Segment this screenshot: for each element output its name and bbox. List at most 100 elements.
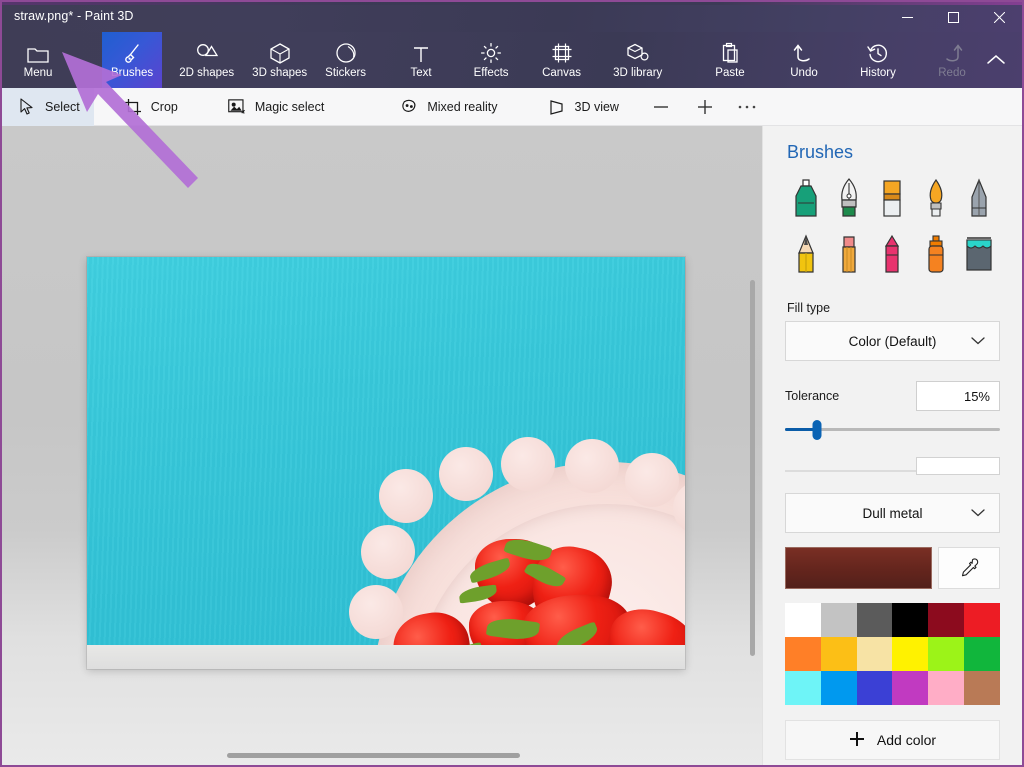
ribbon-label: Stickers — [325, 67, 367, 79]
brush-oil[interactable] — [872, 173, 913, 225]
palette-swatch[interactable] — [856, 637, 893, 671]
ribbon-label: Brushes — [111, 67, 154, 79]
palette-swatch[interactable] — [964, 603, 1000, 637]
3d-view-icon — [548, 98, 566, 116]
tool-3d-view[interactable]: 3D view — [534, 88, 633, 126]
material-dropdown[interactable]: Dull metal — [785, 493, 1000, 533]
brush-pixel-pen[interactable] — [959, 173, 1000, 225]
tool-mixed-reality[interactable]: Mixed reality — [386, 88, 511, 126]
ribbon-item-text[interactable]: Text — [393, 32, 449, 88]
ribbon-item-brushes[interactable]: Brushes — [102, 32, 163, 88]
add-color-button[interactable]: Add color — [785, 720, 1000, 760]
tool-label: Crop — [150, 99, 178, 114]
zoom-in-button[interactable] — [683, 88, 727, 126]
ribbon-item-3d-shapes[interactable]: 3D shapes — [243, 32, 316, 88]
zoom-out-button[interactable] — [639, 88, 683, 126]
zoom-controls — [639, 88, 767, 126]
vertical-scrollbar[interactable] — [750, 280, 755, 656]
close-icon[interactable] — [976, 2, 1022, 32]
palette-swatch[interactable] — [856, 671, 893, 705]
maximize-icon[interactable] — [930, 2, 976, 32]
tolerance-row: Tolerance 15% — [785, 381, 1000, 411]
ribbon-item-undo[interactable]: Undo — [776, 32, 832, 88]
undo-arrow-icon — [793, 40, 815, 64]
palette-swatch[interactable] — [964, 637, 1000, 671]
thickness-input-partial[interactable] — [916, 457, 1000, 475]
plus-icon — [849, 731, 865, 750]
brush-fill-bucket[interactable] — [959, 229, 1000, 281]
plate-scallop — [349, 585, 403, 639]
mixed-reality-icon — [400, 98, 418, 116]
tolerance-slider[interactable] — [785, 419, 1000, 441]
palette-swatch[interactable] — [928, 671, 965, 705]
palette-swatch[interactable] — [785, 637, 821, 671]
palette-swatch[interactable] — [820, 671, 857, 705]
brush-grid — [785, 173, 1000, 281]
horizontal-scrollbar[interactable] — [227, 753, 520, 758]
thickness-row-partial[interactable] — [785, 457, 1000, 483]
tool-label: Select — [45, 99, 80, 114]
history-clock-icon — [867, 40, 889, 64]
tolerance-label: Tolerance — [785, 389, 840, 403]
chevron-down-icon — [971, 334, 985, 349]
ribbon-item-canvas[interactable]: Canvas — [533, 32, 590, 88]
palette-swatch[interactable] — [785, 671, 821, 705]
palette-swatch[interactable] — [928, 637, 965, 671]
palette-swatch[interactable] — [892, 637, 929, 671]
ribbon-item-menu[interactable]: Menu — [10, 32, 66, 88]
ribbon-item-redo[interactable]: Redo — [924, 32, 980, 88]
brush-eraser[interactable] — [828, 229, 869, 281]
minimize-icon[interactable] — [884, 2, 930, 32]
color-row — [785, 547, 1000, 589]
plate-scallop — [501, 437, 555, 491]
slider-thumb[interactable] — [812, 420, 822, 440]
palette-swatch[interactable] — [892, 603, 929, 637]
material-value: Dull metal — [862, 505, 923, 521]
photo-table-edge — [87, 645, 685, 669]
tool-crop[interactable]: Crop — [110, 88, 192, 126]
palette-swatch[interactable] — [820, 637, 857, 671]
ribbon-item-effects[interactable]: Effects — [463, 32, 519, 88]
tolerance-input[interactable]: 15% — [916, 381, 1000, 411]
palette-swatch[interactable] — [892, 671, 929, 705]
chevron-up-icon — [986, 53, 1006, 67]
ribbon-label: Paste — [715, 67, 745, 79]
magic-select-icon — [228, 98, 246, 116]
canvas-workspace[interactable] — [2, 126, 762, 765]
ribbon-label: 2D shapes — [179, 67, 235, 79]
current-color-swatch[interactable] — [785, 547, 932, 589]
palette-swatch[interactable] — [928, 603, 965, 637]
brush-pencil[interactable] — [785, 229, 826, 281]
canvas-image[interactable] — [87, 257, 685, 669]
window-title: straw.png* - Paint 3D — [14, 9, 134, 23]
brush-watercolor[interactable] — [915, 173, 956, 225]
plate-scallop — [439, 447, 493, 501]
brush-spray-can[interactable] — [915, 229, 956, 281]
ribbon-collapse-button[interactable] — [980, 32, 1022, 88]
brush-marker[interactable] — [785, 173, 826, 225]
ribbon-item-stickers[interactable]: Stickers — [316, 32, 375, 88]
palette-swatch[interactable] — [964, 671, 1000, 705]
palette-swatch[interactable] — [820, 603, 857, 637]
ribbon-item-paste[interactable]: Paste — [702, 32, 758, 88]
canvas-frame-icon — [551, 40, 573, 64]
palette-swatch[interactable] — [856, 603, 893, 637]
minus-icon — [653, 105, 668, 108]
brush-calligraphy-pen[interactable] — [828, 173, 869, 225]
fill-type-dropdown[interactable]: Color (Default) — [785, 321, 1000, 361]
eyedropper-icon[interactable] — [938, 547, 1000, 589]
ribbon-label: Canvas — [542, 67, 582, 79]
cube-icon — [269, 40, 291, 64]
palette-swatch[interactable] — [785, 603, 821, 637]
ribbon-item-history[interactable]: History — [850, 32, 906, 88]
2d-shapes-icon — [195, 40, 219, 64]
brush-crayon[interactable] — [872, 229, 913, 281]
color-palette — [785, 603, 1000, 705]
tool-magic-select[interactable]: Magic select — [214, 88, 338, 126]
sun-effects-icon — [480, 40, 502, 64]
more-ellipsis-icon[interactable] — [727, 88, 767, 126]
ribbon-item-2d-shapes[interactable]: 2D shapes — [170, 32, 243, 88]
tool-select[interactable]: Select — [2, 87, 94, 126]
ribbon-spacer — [671, 32, 702, 88]
ribbon-item-3d-library[interactable]: 3D library — [604, 32, 671, 88]
